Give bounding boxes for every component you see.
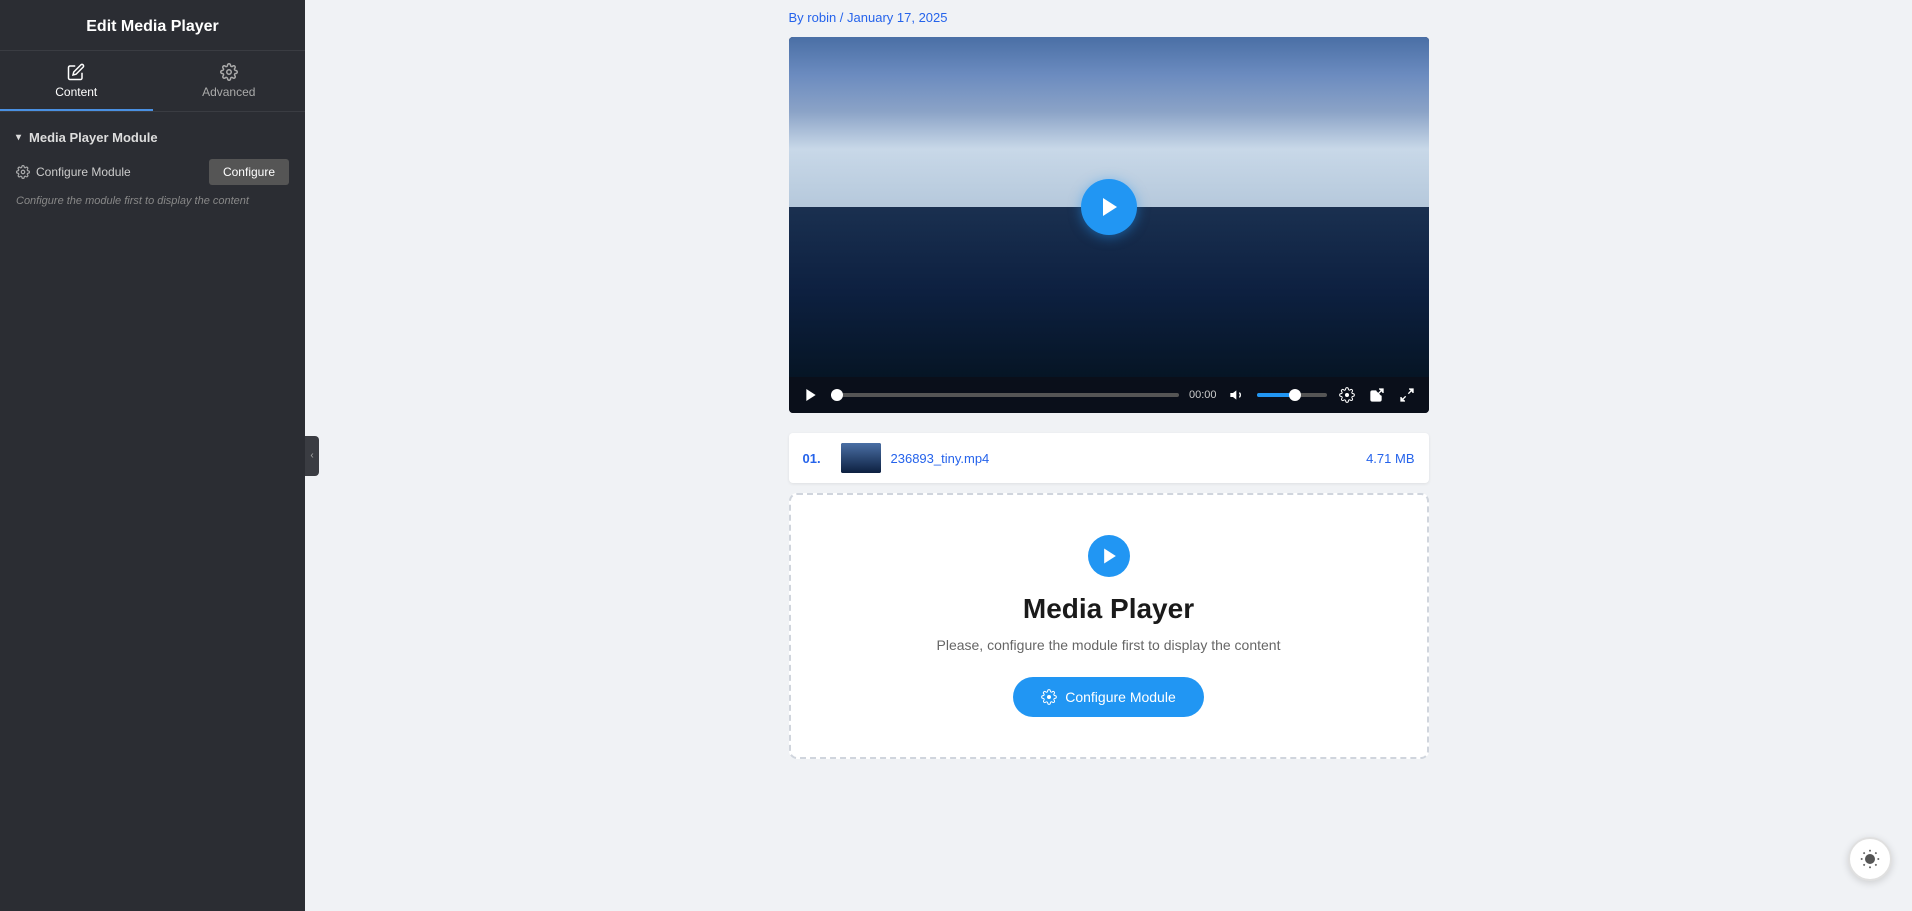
pencil-icon bbox=[67, 63, 85, 81]
configure-label: Configure Module bbox=[16, 165, 131, 179]
volume-thumb bbox=[1289, 389, 1301, 401]
sidebar-title: Edit Media Player bbox=[0, 0, 305, 51]
volume-button[interactable] bbox=[1227, 385, 1247, 405]
playlist-thumbnail bbox=[841, 443, 881, 473]
media-widget-configure-button[interactable]: Configure Module bbox=[1013, 677, 1204, 717]
configure-module-label: Configure Module bbox=[36, 165, 131, 179]
play-icon bbox=[803, 387, 819, 403]
media-widget-btn-label: Configure Module bbox=[1065, 689, 1176, 705]
media-widget-icon-container bbox=[1088, 535, 1130, 577]
video-controls: 00:00 bbox=[789, 377, 1429, 413]
progress-thumb bbox=[831, 389, 843, 401]
media-widget-description: Please, configure the module first to di… bbox=[811, 637, 1407, 653]
media-widget-play-icon bbox=[1100, 546, 1120, 566]
tab-advanced[interactable]: Advanced bbox=[153, 51, 306, 111]
video-thumbnail[interactable] bbox=[789, 37, 1429, 377]
play-center-icon bbox=[1098, 195, 1122, 219]
sun-icon bbox=[1860, 849, 1880, 869]
tab-advanced-label: Advanced bbox=[202, 85, 255, 99]
section-title: Media Player Module bbox=[29, 130, 158, 145]
sidebar-section: ▾ Media Player Module Configure Module C… bbox=[0, 112, 305, 217]
tab-content[interactable]: Content bbox=[0, 51, 153, 111]
time-display: 00:00 bbox=[1189, 389, 1217, 401]
playlist-num: 01. bbox=[803, 451, 831, 466]
progress-track[interactable] bbox=[831, 393, 1179, 397]
floating-theme-button[interactable] bbox=[1848, 837, 1892, 881]
fullscreen-button[interactable] bbox=[1397, 385, 1417, 405]
tab-content-label: Content bbox=[55, 85, 97, 99]
playlist-filename[interactable]: 236893_tiny.mp4 bbox=[891, 451, 1367, 466]
section-title-row[interactable]: ▾ Media Player Module bbox=[16, 130, 289, 145]
configure-hint: Configure the module first to display th… bbox=[16, 195, 289, 207]
post-meta: By robin / January 17, 2025 bbox=[789, 10, 1429, 25]
external-link-icon bbox=[1369, 387, 1385, 403]
sidebar-tabs: Content Advanced bbox=[0, 51, 305, 112]
fullscreen-icon bbox=[1399, 387, 1415, 403]
video-play-center-button[interactable] bbox=[1081, 179, 1137, 235]
configure-button[interactable]: Configure bbox=[209, 159, 289, 185]
media-widget-title: Media Player bbox=[811, 593, 1407, 625]
media-player-widget: Media Player Please, configure the modul… bbox=[789, 493, 1429, 759]
video-container: 00:00 bbox=[789, 37, 1429, 413]
playlist-filesize: 4.71 MB bbox=[1366, 451, 1414, 466]
settings-icon bbox=[16, 165, 30, 179]
media-widget-btn-icon bbox=[1041, 689, 1057, 705]
sidebar: Edit Media Player Content Advanced ▾ Med… bbox=[0, 0, 305, 911]
external-link-button[interactable] bbox=[1367, 385, 1387, 405]
chevron-icon: ▾ bbox=[16, 132, 21, 143]
collapse-icon: ‹ bbox=[310, 450, 313, 461]
settings-ctrl-icon bbox=[1339, 387, 1355, 403]
collapse-handle[interactable]: ‹ bbox=[305, 436, 319, 476]
volume-icon bbox=[1229, 387, 1245, 403]
gear-icon bbox=[220, 63, 238, 81]
volume-track[interactable] bbox=[1257, 393, 1327, 397]
play-pause-button[interactable] bbox=[801, 385, 821, 405]
content-wrapper: By robin / January 17, 2025 00:00 bbox=[769, 0, 1449, 819]
configure-row: Configure Module Configure bbox=[16, 159, 289, 185]
playlist-item: 01. 236893_tiny.mp4 4.71 MB bbox=[789, 433, 1429, 483]
main-content: By robin / January 17, 2025 00:00 bbox=[305, 0, 1912, 911]
settings-button[interactable] bbox=[1337, 385, 1357, 405]
